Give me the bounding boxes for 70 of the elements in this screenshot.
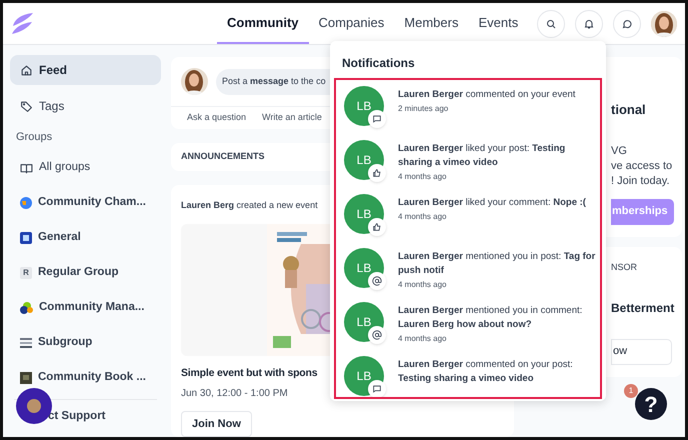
notification-item[interactable]: LB Lauren Berger commented on your post: Testing sharing a vimeo video (344, 356, 598, 397)
event-title: Simple event but with spons (181, 366, 318, 382)
avatar (181, 68, 208, 95)
notification-text: Lauren Berger liked your comment: Nope :( (398, 196, 586, 210)
group-item[interactable]: Community Mana... (10, 294, 161, 322)
nav-tab[interactable]: Members (394, 3, 468, 44)
panel-title: Notifications (341, 55, 416, 72)
at-sign-icon (368, 272, 386, 290)
nav-tab[interactable]: Events (468, 3, 528, 44)
card-heading: NSOR (611, 261, 638, 274)
timestamp: 4 months ago (398, 279, 448, 291)
sidebar-item[interactable]: Feed (10, 55, 161, 85)
action-tab[interactable]: Write an article (262, 111, 322, 125)
globe-icon (20, 197, 32, 209)
notification-text: Lauren Berger commented on your post: Testing sharing a vimeo video (398, 358, 574, 386)
nav-tab[interactable]: Companies (308, 3, 394, 44)
thumbs-up-icon (368, 164, 386, 182)
notification-text: Lauren Berger commented on your event (398, 88, 576, 102)
notification-text: Lauren Berger mentioned you in post: Tag for push notif (398, 250, 596, 278)
group-icon (20, 338, 32, 348)
group-icon (20, 232, 32, 244)
comment-icon (368, 110, 386, 128)
home-icon (20, 64, 33, 76)
notification-text: Lauren Berger mentioned you in comment: Lauren Berg how about now? (398, 304, 584, 332)
nav-tab[interactable]: Community (217, 3, 308, 44)
help-button[interactable]: ? (635, 388, 667, 420)
chat-bubble-button[interactable] (613, 10, 641, 38)
letter-icon: R (20, 267, 32, 279)
avatar[interactable] (651, 10, 677, 36)
card-title: tional (611, 101, 647, 119)
notification-badge: 1 (624, 384, 638, 398)
group-item[interactable]: All groups (10, 154, 161, 182)
card-heading: ANNOUNCEMENTS (181, 150, 265, 164)
timestamp: 2 minutes ago (398, 103, 450, 115)
join-button[interactable]: Join Now (181, 411, 252, 437)
card-text: ! Join today. (611, 174, 670, 188)
timestamp: 4 months ago (398, 211, 448, 223)
follow-button[interactable]: ow (611, 338, 672, 364)
notification-text: Lauren Berger liked your post: Testing sharing a vimeo video (398, 142, 566, 170)
group-item[interactable]: R Regular Group (10, 258, 161, 288)
group-item[interactable]: Community Cham... (10, 188, 161, 218)
chat-bubble-icon (621, 18, 633, 30)
section-heading: Groups (15, 130, 54, 145)
thumbs-up-icon (368, 218, 386, 236)
group-icon (20, 302, 33, 314)
timestamp: 4 months ago (398, 171, 448, 183)
notification-item[interactable]: LB Lauren Berger mentioned you in post: Tag for push notif 4 months ago (344, 248, 598, 299)
comment-icon (368, 380, 386, 397)
card-text: ve access to (611, 158, 674, 174)
bell-button[interactable] (575, 10, 603, 38)
card-text: VG (611, 144, 628, 158)
group-icon (20, 372, 32, 384)
at-sign-icon (368, 326, 386, 344)
event-date: Jun 30, 12:00 - 1:00 PM (181, 387, 288, 401)
tag-icon (20, 100, 33, 112)
group-item[interactable]: General (10, 224, 161, 252)
group-item[interactable]: Subgroup (10, 328, 161, 358)
notification-item[interactable]: LB Lauren Berger mentioned you in comment: Lauren Berg how about now? 4 months ago (344, 302, 598, 353)
sidebar-item[interactable]: Tags (10, 91, 161, 121)
post-header: Lauren Berg created a new event (181, 198, 318, 212)
card-title: Betterment (611, 300, 676, 316)
notification-item[interactable]: LB Lauren Berger commented on your event 2 minutes ago (344, 86, 598, 137)
search-button[interactable] (537, 10, 565, 38)
bell-icon (583, 18, 595, 30)
search-icon (545, 18, 557, 30)
book-icon (20, 162, 33, 174)
notification-item[interactable]: LB Lauren Berger liked your comment: Nope :( 4 months ago (344, 194, 598, 245)
timestamp: 4 months ago (398, 333, 448, 345)
action-tab[interactable]: Ask a question (187, 111, 246, 125)
notification-item[interactable]: LB Lauren Berger liked your post: Testing sharing a vimeo video 4 months ago (344, 140, 598, 191)
